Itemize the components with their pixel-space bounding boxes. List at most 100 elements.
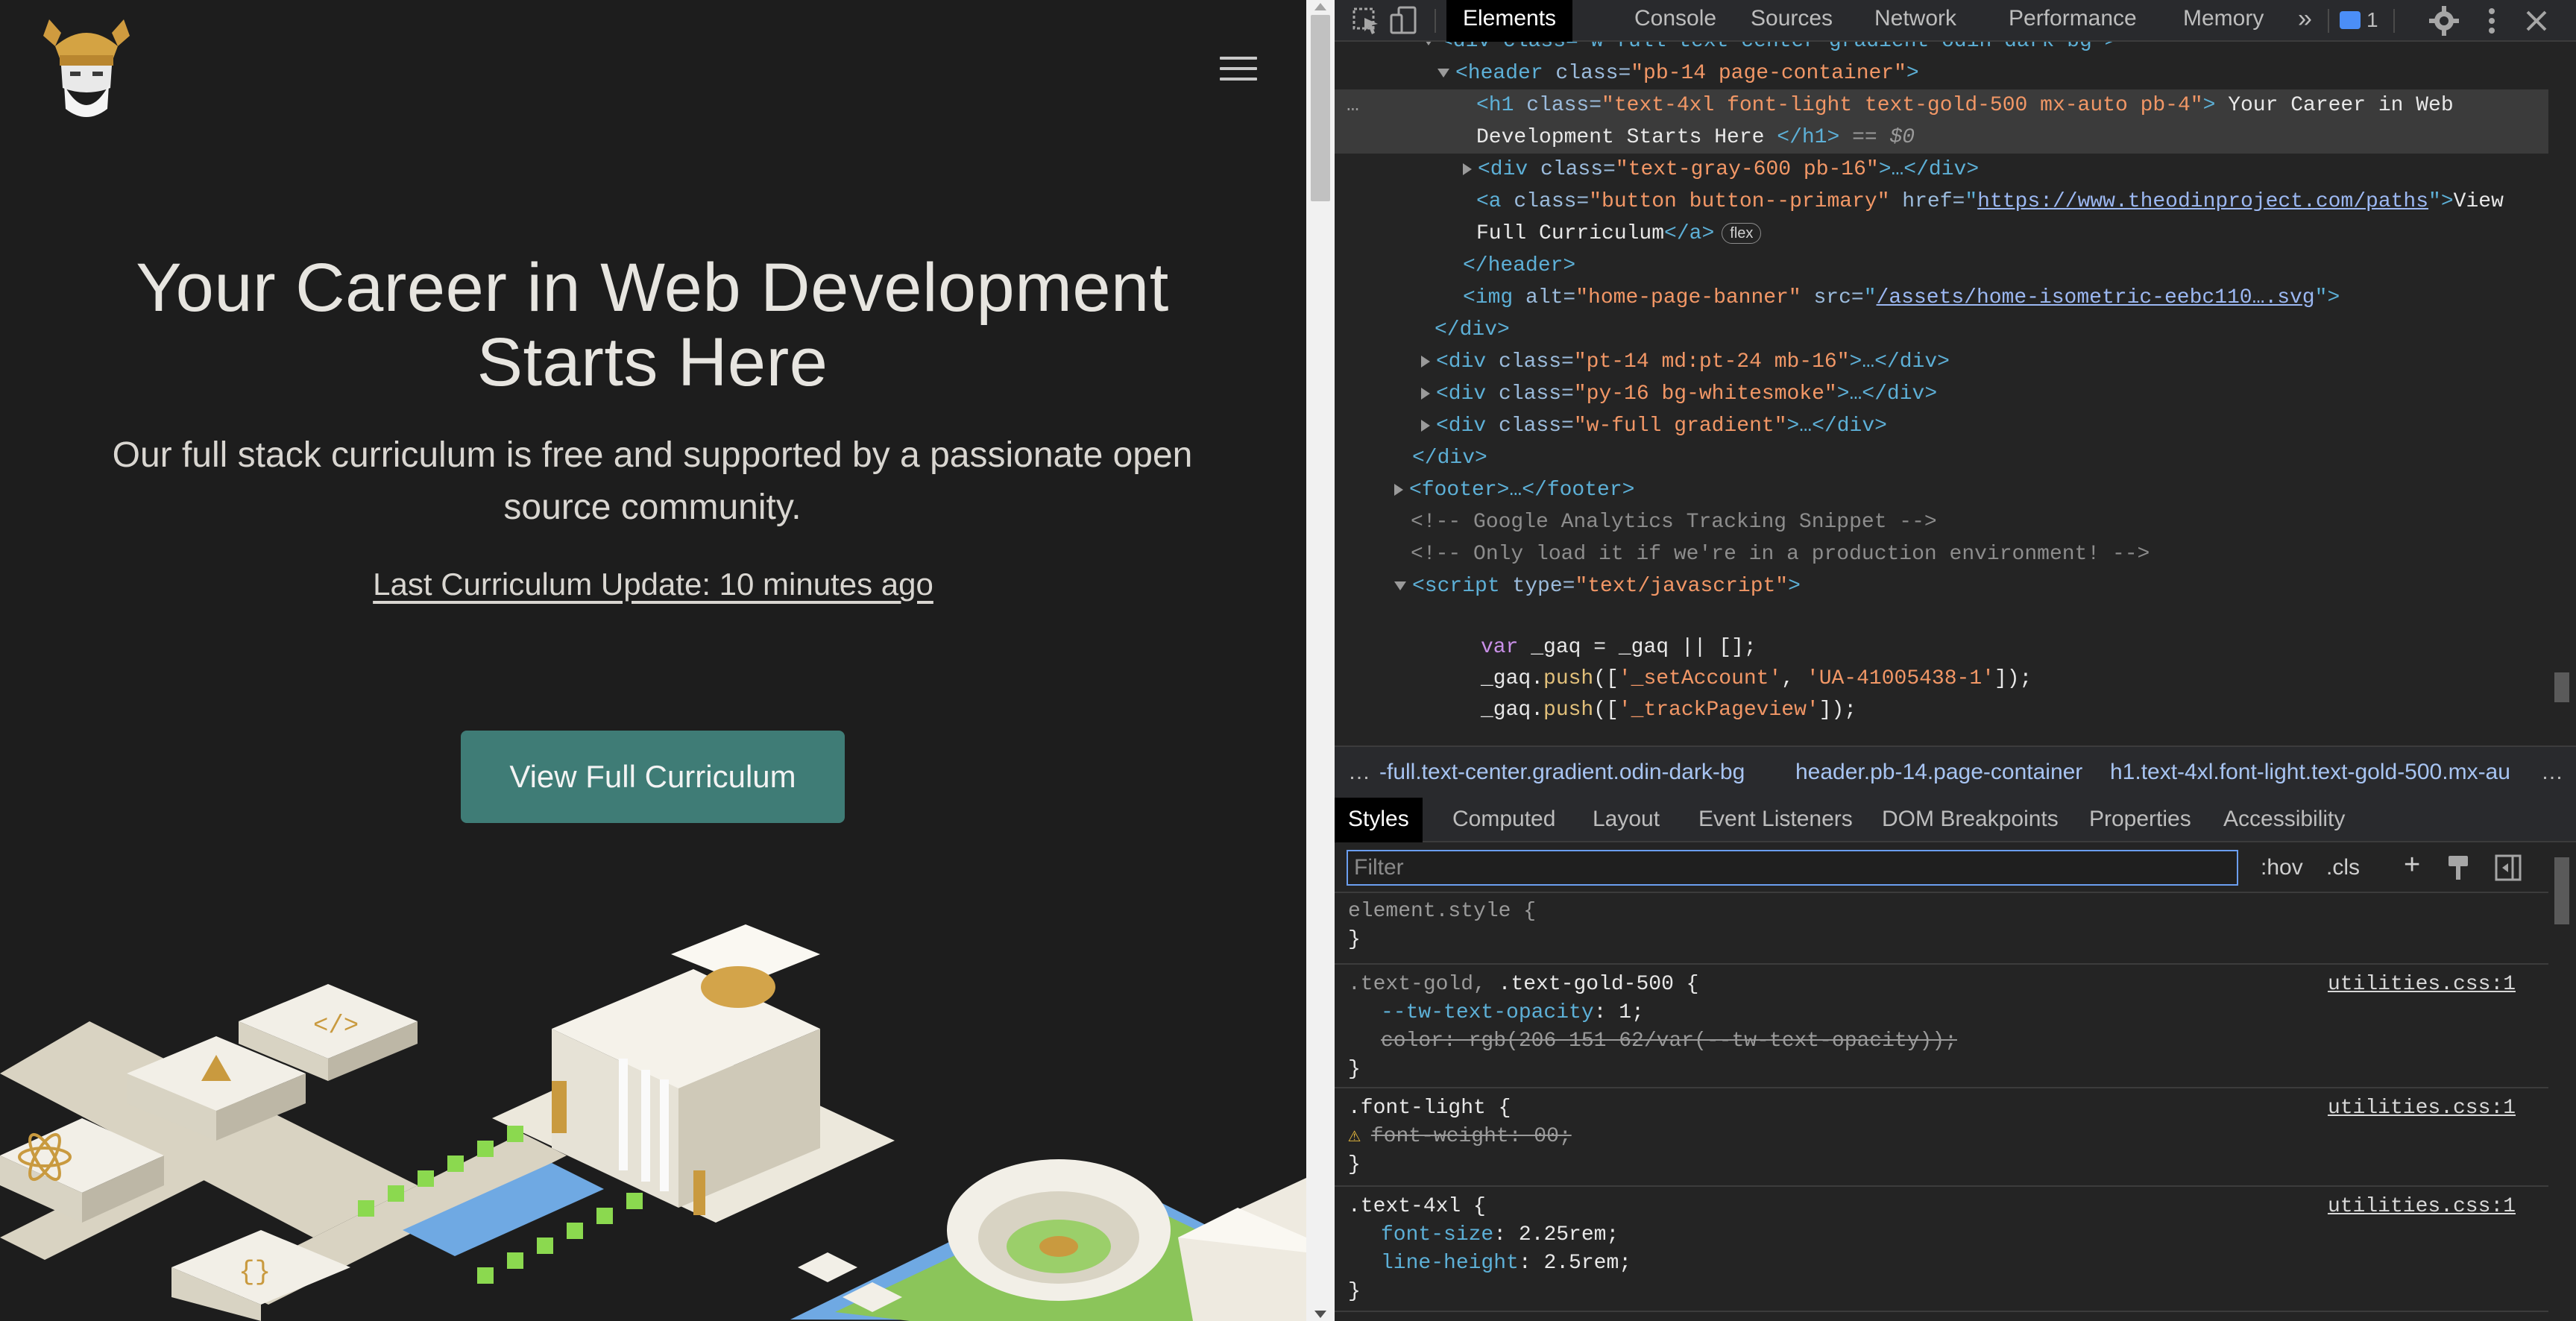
dom-node-h1-selected[interactable]: … <h1 class="text-4xl font-light text-go… xyxy=(1335,89,2548,154)
warning-icon: ⚠ xyxy=(1348,1125,1361,1148)
stylesheet-link[interactable]: utilities.css:1 xyxy=(2328,1094,2516,1123)
styles-scrollbar[interactable] xyxy=(2548,842,2576,1321)
styles-scrollbar-thumb[interactable] xyxy=(2554,857,2569,924)
dom-comment[interactable]: <!-- Only load it if we're in a producti… xyxy=(1335,538,2548,570)
style-rule-text-4xl[interactable]: .text-4xl { utilities.css:1 font-size: 2… xyxy=(1335,1187,2548,1312)
stylesheet-link[interactable]: utilities.css:1 xyxy=(2328,1193,2516,1221)
dom-scrollbar[interactable] xyxy=(2548,42,2576,745)
issues-icon xyxy=(2340,11,2361,29)
settings-gear-icon[interactable] xyxy=(2428,4,2460,37)
dom-node[interactable]: <div class="pt-14 md:pt-24 mb-16">…</div… xyxy=(1335,346,2548,378)
dom-node-script[interactable]: <script type="text/javascript"> xyxy=(1335,570,2548,602)
js-code: ]); xyxy=(1818,699,1857,722)
expand-triangle-icon[interactable] xyxy=(1421,387,1430,400)
dom-node-anchor[interactable]: <a class="button button--primary" href="… xyxy=(1335,186,2548,218)
tab-event-listeners[interactable]: Event Listeners xyxy=(1685,798,1866,842)
style-rule-element[interactable]: element.style { } xyxy=(1335,893,2548,965)
tab-network[interactable]: Network xyxy=(1858,0,1973,42)
dom-node[interactable]: </div> xyxy=(1335,442,2548,474)
js-code: ([ xyxy=(1593,667,1619,690)
tab-dom-breakpoints[interactable]: DOM Breakpoints xyxy=(1868,798,2072,842)
rule-close: } xyxy=(1348,1058,1361,1081)
devtools-panel: Elements Console Sources Network Perform… xyxy=(1335,0,2576,1321)
breadcrumb-item-selected[interactable]: h1.text-4xl.font-light.text-gold-500.mx-… xyxy=(2110,747,2528,798)
css-declaration[interactable]: font-size: 2.25rem; xyxy=(1381,1221,1619,1249)
device-toggle-icon[interactable] xyxy=(1388,4,1421,37)
breadcrumb-ellipsis[interactable]: … xyxy=(1348,747,1370,798)
expand-triangle-icon[interactable] xyxy=(1421,355,1430,368)
tag-name: <footer>…</footer> xyxy=(1409,479,1635,502)
style-rule-font-light[interactable]: .font-light { utilities.css:1 ⚠ font-weig… xyxy=(1335,1088,2548,1187)
dom-node[interactable]: <div class="w-full text-center gradient … xyxy=(1335,42,2548,57)
page-scrollbar[interactable] xyxy=(1306,0,1335,1321)
dom-scrollbar-thumb[interactable] xyxy=(2554,672,2569,702)
css-property: --tw-text-opacity xyxy=(1381,1001,1594,1024)
tag-end: >…</div> xyxy=(1836,382,1938,406)
expand-triangle-icon[interactable] xyxy=(1421,419,1430,432)
css-declaration-invalid[interactable]: ⚠ font-weight: 00; xyxy=(1348,1123,1572,1151)
breadcrumb-ellipsis[interactable]: … xyxy=(2541,747,2563,798)
dom-node-footer[interactable]: <footer>…</footer> xyxy=(1335,474,2548,506)
more-tabs-chevron-icon[interactable]: » xyxy=(2281,0,2328,42)
tag-end: </h1> xyxy=(1777,126,1840,149)
expand-triangle-icon[interactable] xyxy=(1394,483,1403,496)
new-style-rule-icon[interactable]: + xyxy=(2404,850,2420,880)
dom-node[interactable]: <div class="py-16 bg-whitesmoke">…</div> xyxy=(1335,378,2548,410)
collapse-triangle-icon[interactable] xyxy=(1423,42,1435,45)
view-full-curriculum-button[interactable]: View Full Curriculum xyxy=(461,731,845,823)
tab-console[interactable]: Console xyxy=(1618,0,1733,42)
css-property: font-weight xyxy=(1370,1125,1509,1148)
stylesheet-link[interactable]: utilities.css:1 xyxy=(2328,971,2516,999)
styles-filter-input[interactable] xyxy=(1347,850,2238,886)
issues-badge[interactable]: 1 xyxy=(2335,6,2383,34)
dom-node-img[interactable]: <img alt="home-page-banner" src="/assets… xyxy=(1335,282,2548,314)
tab-elements[interactable]: Elements xyxy=(1446,0,1573,42)
node-ellipsis-icon[interactable]: … xyxy=(1347,89,1359,122)
css-declaration[interactable]: --tw-text-opacity: 1; xyxy=(1381,999,1644,1027)
breadcrumb-item[interactable]: header.pb-14.page-container xyxy=(1795,747,2082,798)
tab-properties[interactable]: Properties xyxy=(2076,798,2205,842)
class-toggle[interactable]: .cls xyxy=(2326,853,2360,883)
tag-name: <script xyxy=(1412,575,1500,598)
kebab-menu-icon[interactable] xyxy=(2475,4,2508,37)
style-rule-text-gold[interactable]: .text-gold, .text-gold-500 { utilities.c… xyxy=(1335,965,2548,1088)
collapse-triangle-icon[interactable] xyxy=(1437,68,1449,78)
dom-node[interactable]: <div class="w-full gradient">…</div> xyxy=(1335,410,2548,442)
css-declaration-overridden[interactable]: color: rgb(206 151 62/var(--tw-text-opac… xyxy=(1381,1027,1957,1056)
dom-node-header[interactable]: <header class="pb-14 page-container"> xyxy=(1335,57,2548,89)
href-link[interactable]: https://www.theodinproject.com/paths xyxy=(1977,190,2428,213)
tab-accessibility[interactable]: Accessibility xyxy=(2210,798,2358,842)
dom-node-anchor-cont[interactable]: Full Curriculum</a> flex xyxy=(1335,218,2548,250)
scroll-down-arrow-icon[interactable] xyxy=(1314,1311,1326,1318)
tab-computed[interactable]: Computed xyxy=(1439,798,1569,842)
js-keyword: var xyxy=(1481,636,1519,659)
css-declaration[interactable]: line-height: 2.5rem; xyxy=(1381,1249,1631,1278)
dom-comment[interactable]: <!-- Google Analytics Tracking Snippet -… xyxy=(1335,506,2548,538)
breadcrumb-item[interactable]: -full.text-center.gradient.odin-dark-bg xyxy=(1379,747,1745,798)
hamburger-menu-icon[interactable] xyxy=(1220,57,1257,85)
odin-logo-icon[interactable] xyxy=(39,13,134,125)
hover-state-toggle[interactable]: :hov xyxy=(2261,853,2303,883)
last-update-link[interactable]: Last Curriculum Update: 10 minutes ago xyxy=(0,567,1306,602)
sidebar-toggle-icon[interactable] xyxy=(2495,854,2522,881)
dom-node[interactable]: </div> xyxy=(1335,314,2548,346)
dom-node[interactable]: </header> xyxy=(1335,250,2548,282)
tab-performance[interactable]: Performance xyxy=(1992,0,2153,42)
expand-triangle-icon[interactable] xyxy=(1463,163,1472,175)
close-icon[interactable] xyxy=(2520,4,2553,37)
rule-selector: .text-4xl { xyxy=(1348,1195,1486,1218)
paint-brush-icon[interactable] xyxy=(2446,854,2471,881)
tab-sources[interactable]: Sources xyxy=(1734,0,1849,42)
scroll-up-arrow-icon[interactable] xyxy=(1314,3,1326,10)
flex-badge[interactable]: flex xyxy=(1722,222,1762,244)
inspect-element-icon[interactable] xyxy=(1350,4,1382,37)
tab-layout[interactable]: Layout xyxy=(1579,798,1673,842)
src-link[interactable]: /assets/home-isometric-eebc110….svg xyxy=(1877,286,2315,309)
script-line: _gaq.push(['_setAccount', 'UA-41005438-1… xyxy=(1335,663,2548,695)
collapse-triangle-icon[interactable] xyxy=(1394,581,1406,590)
page-scrollbar-thumb[interactable] xyxy=(1311,15,1330,201)
tab-memory[interactable]: Memory xyxy=(2167,0,2280,42)
tab-styles[interactable]: Styles xyxy=(1335,798,1423,842)
svg-text:{}: {} xyxy=(239,1257,271,1287)
dom-node[interactable]: <div class="text-gray-600 pb-16">…</div> xyxy=(1335,154,2548,186)
